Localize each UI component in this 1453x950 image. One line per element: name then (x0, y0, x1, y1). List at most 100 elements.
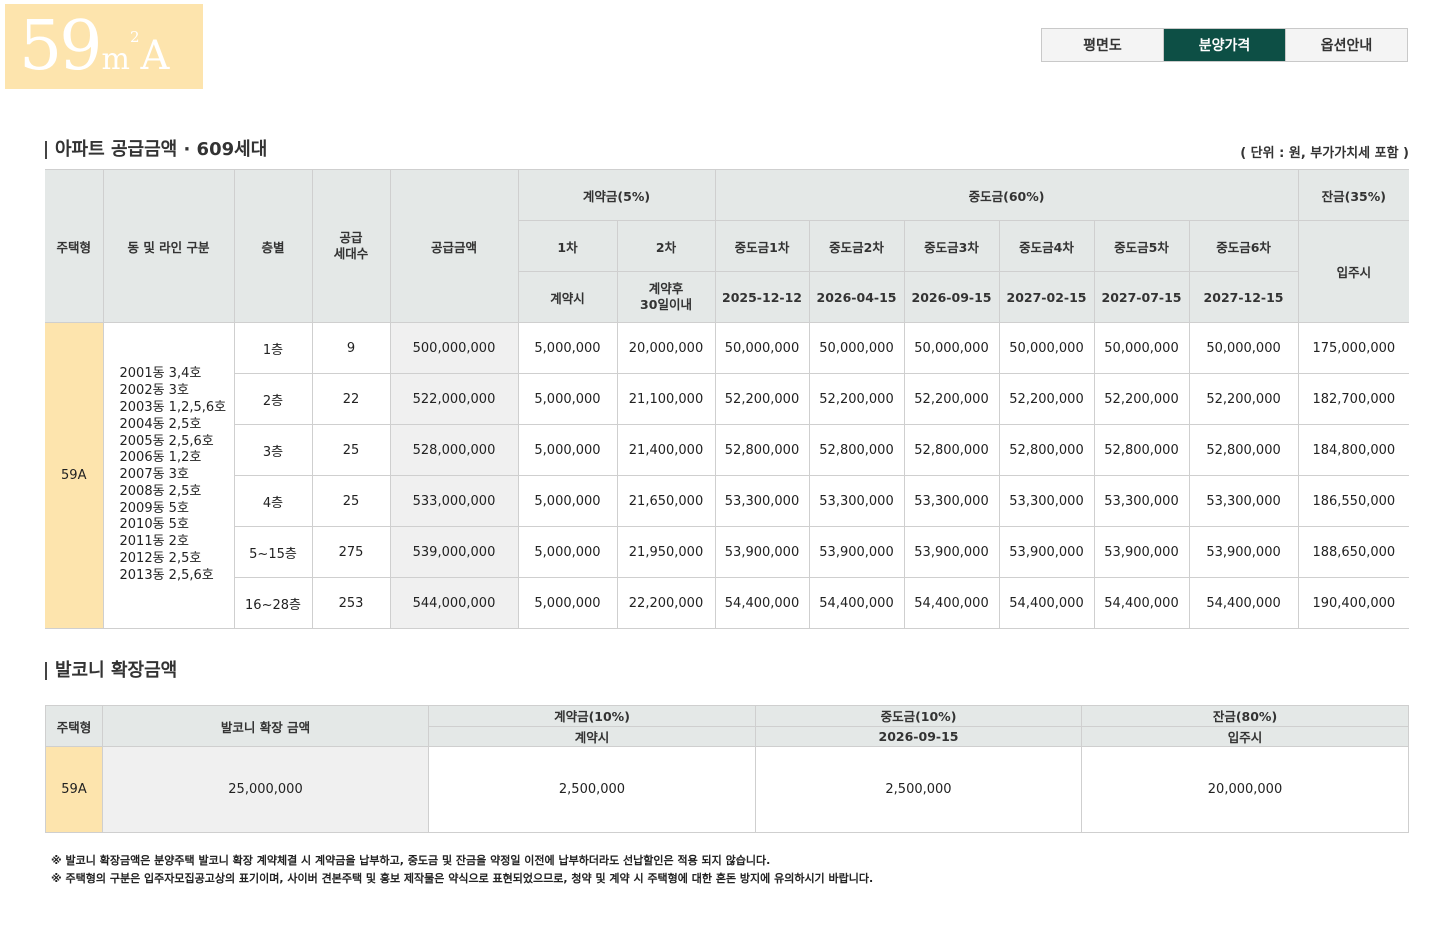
header-middle: 중도금(60%) (714, 169, 1299, 221)
middle2-cell: 52,200,000 (808, 373, 905, 425)
contract2-cell: 21,400,000 (616, 424, 716, 476)
header-c2-sub: 계약후 30일이내 (616, 271, 716, 323)
header-m3: 중도금3차 (903, 220, 1000, 272)
note-item: ※ 주택형의 구분은 입주자모집공고상의 표기이며, 사이버 견본주택 및 홍보… (51, 872, 874, 885)
floor-cell: 3층 (234, 424, 313, 476)
tab-floor-plan[interactable]: 평면도 (1042, 29, 1164, 61)
floor-cell: 2층 (234, 373, 313, 425)
header-m2: 중도금2차 (808, 220, 905, 272)
tab-options[interactable]: 옵션안내 (1286, 29, 1407, 61)
balance-cell: 184,800,000 (1297, 424, 1410, 476)
balcony-price-table: 주택형 발코니 확장 금액 계약금(10%) 중도금(10%) 잔금(80%) … (45, 705, 1409, 833)
balcony-header-middle-sub: 2026-09-15 (755, 725, 1082, 747)
balcony-balance: 20,000,000 (1081, 746, 1409, 833)
balance-cell: 188,650,000 (1297, 526, 1410, 578)
middle6-cell: 53,900,000 (1188, 526, 1299, 578)
dong-lines: 2001동 3,4호 2002동 3호 2003동 1,2,5,6호 2004동 2,… (102, 322, 235, 629)
middle2-cell: 52,800,000 (808, 424, 905, 476)
middle4-cell: 50,000,000 (998, 322, 1095, 374)
table-row: 4층 25 533,000,000 5,000,000 21,650,000 53,300… (45, 475, 1410, 527)
balcony-amount: 25,000,000 (102, 746, 429, 833)
middle3-cell: 52,800,000 (903, 424, 1000, 476)
price-cell: 528,000,000 (389, 424, 519, 476)
units-cell: 9 (311, 322, 391, 374)
contract2-cell: 22,200,000 (616, 577, 716, 629)
header-c1-sub: 계약시 (518, 271, 618, 323)
tab-sale-price[interactable]: 분양가격 (1164, 29, 1286, 61)
balcony-header-balance-sub: 입주시 (1081, 725, 1409, 747)
header-m4: 중도금4차 (998, 220, 1095, 272)
header-m6: 중도금6차 (1188, 220, 1299, 272)
middle3-cell: 54,400,000 (903, 577, 1000, 629)
middle4-cell: 52,200,000 (998, 373, 1095, 425)
balance-cell: 186,550,000 (1297, 475, 1410, 527)
middle1-cell: 52,200,000 (714, 373, 810, 425)
header-price: 공급금액 (389, 169, 519, 323)
floor-cell: 5~15층 (234, 526, 313, 578)
middle5-cell: 53,300,000 (1093, 475, 1190, 527)
contract1-cell: 5,000,000 (517, 475, 618, 527)
middle4-cell: 52,800,000 (998, 424, 1095, 476)
balcony-type: 59A (45, 746, 103, 833)
price-cell: 544,000,000 (389, 577, 519, 629)
middle6-cell: 50,000,000 (1188, 322, 1299, 374)
middle3-cell: 53,900,000 (903, 526, 1000, 578)
balcony-contract: 2,500,000 (428, 746, 756, 833)
header-floor: 층별 (233, 169, 313, 323)
units-cell: 22 (311, 373, 391, 425)
table-row: 59A 2001동 3,4호 2002동 3호 2003동 1,2,5,6호 2004동… (45, 322, 1410, 629)
header-d5: 2027-07-15 (1093, 271, 1190, 323)
badge-number: 59 (19, 7, 103, 86)
header-dong: 동 및 라인 구분 (102, 169, 235, 323)
middle5-cell: 50,000,000 (1093, 322, 1190, 374)
middle4-cell: 54,400,000 (998, 577, 1095, 629)
middle2-cell: 50,000,000 (808, 322, 905, 374)
header-d4: 2027-02-15 (998, 271, 1095, 323)
middle6-cell: 52,200,000 (1188, 373, 1299, 425)
badge-unit-text: m (101, 42, 130, 77)
contract1-cell: 5,000,000 (517, 526, 618, 578)
balcony-header-contract-sub: 계약시 (428, 725, 756, 747)
price-cell: 539,000,000 (389, 526, 519, 578)
contract1-cell: 5,000,000 (517, 577, 618, 629)
middle2-cell: 53,900,000 (808, 526, 905, 578)
units-cell: 25 (311, 475, 391, 527)
balance-cell: 175,000,000 (1297, 322, 1410, 374)
balcony-header-middle: 중도금(10%) (755, 705, 1082, 727)
header-c1: 1차 (518, 220, 618, 272)
middle3-cell: 53,300,000 (903, 475, 1000, 527)
table-row: 5~15층 275 539,000,000 5,000,000 21,950,000 53… (45, 526, 1410, 578)
badge-unit: m2 (101, 28, 140, 77)
balcony-header-type: 주택형 (45, 705, 103, 747)
balcony-section-title: 발코니 확장금액 (45, 662, 177, 680)
tab-bar: 평면도 분양가격 옵션안내 (1041, 28, 1408, 62)
notes: ※ 발코니 확장금액은 분양주택 발코니 확장 계약체결 시 계약금을 납부하고… (51, 852, 873, 888)
contract2-cell: 21,100,000 (616, 373, 716, 425)
unit-type-badge: 59 m2 A (5, 4, 203, 89)
header-m5: 중도금5차 (1093, 220, 1190, 272)
middle4-cell: 53,900,000 (998, 526, 1095, 578)
contract2-cell: 21,950,000 (616, 526, 716, 578)
contract1-cell: 5,000,000 (517, 424, 618, 476)
unit-note: ( 단위 : 원, 부가가치세 포함 ) (1240, 146, 1409, 161)
middle1-cell: 53,300,000 (714, 475, 810, 527)
type-cell: 59A (45, 322, 104, 629)
note-item: ※ 발코니 확장금액은 분양주택 발코니 확장 계약체결 시 계약금을 납부하고… (51, 854, 771, 867)
header-c2: 2차 (616, 220, 716, 272)
middle5-cell: 53,900,000 (1093, 526, 1190, 578)
balcony-middle: 2,500,000 (755, 746, 1082, 833)
header-movein: 입주시 (1297, 220, 1410, 323)
middle2-cell: 54,400,000 (808, 577, 905, 629)
header-contract: 계약금(5%) (517, 169, 716, 221)
price-cell: 500,000,000 (389, 322, 519, 374)
badge-unit-sup: 2 (129, 28, 140, 46)
units-cell: 253 (311, 577, 391, 629)
header-m1: 중도금1차 (714, 220, 810, 272)
units-cell: 25 (311, 424, 391, 476)
middle2-cell: 53,300,000 (808, 475, 905, 527)
contract2-cell: 21,650,000 (616, 475, 716, 527)
middle5-cell: 52,800,000 (1093, 424, 1190, 476)
header-d2: 2026-04-15 (808, 271, 905, 323)
table-row: 3층 25 528,000,000 5,000,000 21,400,000 52,800… (45, 424, 1410, 476)
header-d6: 2027-12-15 (1188, 271, 1299, 323)
